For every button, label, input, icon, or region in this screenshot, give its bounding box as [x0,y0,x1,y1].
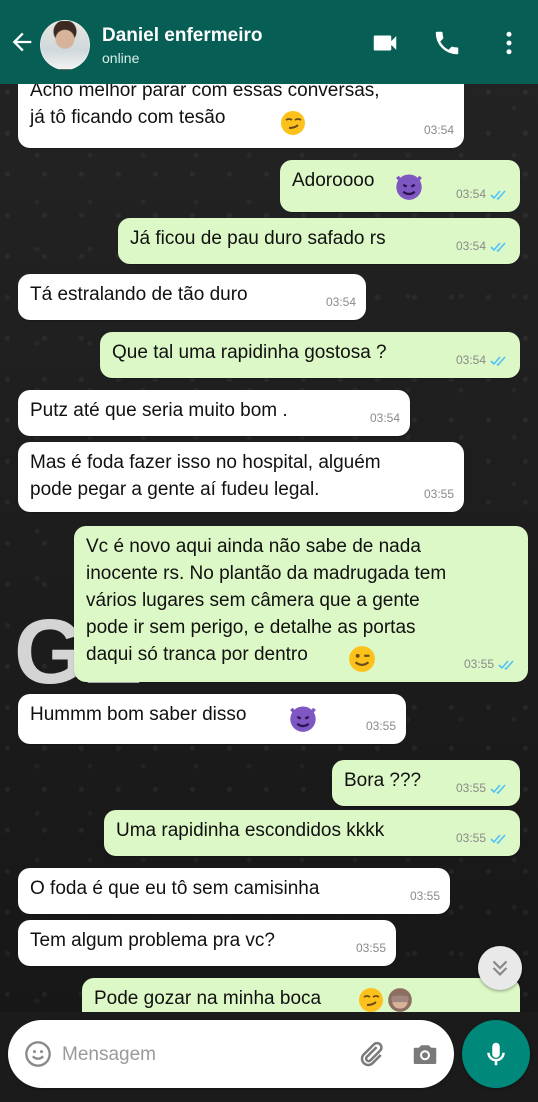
message-composer [8,1020,454,1088]
message-meta: 03:55 [410,883,440,910]
message-outgoing[interactable]: Uma rapidinha escondidos kkkk 03:55 [104,810,520,856]
emoji-icon[interactable] [24,1040,52,1068]
message-text: Tem algum problema pra vc? [30,930,275,951]
message-outgoing[interactable]: Bora ??? 03:55 [332,760,520,806]
camera-icon[interactable] [410,1039,440,1069]
message-time: 03:55 [365,719,396,733]
voice-record-button[interactable] [462,1020,530,1088]
double-chevron-down-icon [492,960,508,977]
message-text: Vc é novo aqui ainda não sabe de nada in… [86,536,447,665]
contact-status: online [102,50,140,66]
message-incoming[interactable]: Hummm bom saber disso 03:55 [18,694,406,744]
message-time: 03:55 [455,781,486,795]
message-incoming[interactable]: Tá estralando de tão duro 03:54 [18,274,366,320]
mic-icon [487,1042,505,1066]
read-ticks-icon [490,833,506,844]
more-options-icon[interactable] [494,28,524,58]
message-time: 03:54 [455,353,486,367]
message-outgoing[interactable]: Já ficou de pau duro safado rs 03:54 [118,218,520,264]
message-meta: 03:54 [326,289,356,316]
message-incoming[interactable]: Tem algum problema pra vc? 03:55 [18,920,396,966]
message-meta: 03:55 [356,935,386,962]
message-time: 03:54 [423,123,454,137]
contact-name[interactable]: Daniel enfermeiro [102,25,263,47]
message-outgoing[interactable]: Adoroooo 03:54 [280,160,520,212]
message-time: 03:54 [455,239,486,253]
chat-header: Daniel enfermeiro online [0,0,538,84]
attach-icon[interactable] [356,1039,386,1069]
devil-emoji [396,174,422,200]
message-text: Hummm bom saber disso [30,704,247,725]
voice-call-icon[interactable] [432,28,462,58]
smirk-emoji [281,111,305,135]
message-text: Tá estralando de tão duro [30,284,248,305]
message-text: Pode gozar na minha boca [94,988,322,1009]
message-time: 03:54 [325,295,356,309]
message-incoming[interactable]: Mas é foda fazer isso no hospital, algué… [18,442,464,512]
message-input[interactable] [60,1040,334,1070]
video-call-icon[interactable] [370,28,400,58]
contact-avatar[interactable] [40,20,90,70]
see-no-evil-monkey-emoji [388,988,412,1012]
message-text: Já ficou de pau duro safado rs [130,228,386,249]
message-meta: 03:54 [456,347,510,374]
message-time: 03:54 [369,411,400,425]
message-incoming[interactable]: Putz até que seria muito bom . 03:54 [18,390,410,436]
message-text: Mas é foda fazer isso no hospital, algué… [30,452,381,500]
message-meta: 03:54 [456,233,510,260]
read-ticks-icon [490,355,506,366]
message-time: 03:55 [463,657,494,671]
message-outgoing[interactable]: Que tal uma rapidinha gostosa ? 03:54 [100,332,520,378]
message-outgoing[interactable]: Vc é novo aqui ainda não sabe de nada in… [74,526,528,682]
message-time: 03:54 [455,187,486,201]
message-time: 03:55 [409,889,440,903]
message-incoming[interactable]: O foda é que eu tô sem camisinha 03:55 [18,868,450,914]
message-meta: 03:55 [366,713,396,740]
wink-emoji [349,646,375,672]
message-meta: 03:54 [370,405,400,432]
message-text: Putz até que seria muito bom . [30,400,288,421]
message-meta: 03:54 [424,117,454,144]
message-meta: 03:55 [424,481,454,508]
message-time: 03:55 [455,831,486,845]
read-ticks-icon [490,189,506,200]
message-time: 03:55 [423,487,454,501]
message-time: 03:55 [355,941,386,955]
message-text: Que tal uma rapidinha gostosa ? [112,342,387,363]
read-ticks-icon [498,659,514,670]
message-meta: 03:54 [456,181,510,208]
message-text: O foda é que eu tô sem camisinha [30,878,320,899]
message-meta: 03:55 [456,825,510,852]
back-arrow-icon[interactable] [8,28,36,56]
scroll-to-bottom-button[interactable] [478,946,522,990]
read-ticks-icon [490,783,506,794]
message-text: Uma rapidinha escondidos kkkk [116,820,385,841]
message-meta: 03:55 [464,651,518,678]
message-text: Acho melhor parar com essas conversas, j… [30,80,380,128]
smirk-emoji [359,988,383,1012]
message-meta: 03:55 [456,775,510,802]
devil-emoji [290,706,316,732]
read-ticks-icon [490,241,506,252]
